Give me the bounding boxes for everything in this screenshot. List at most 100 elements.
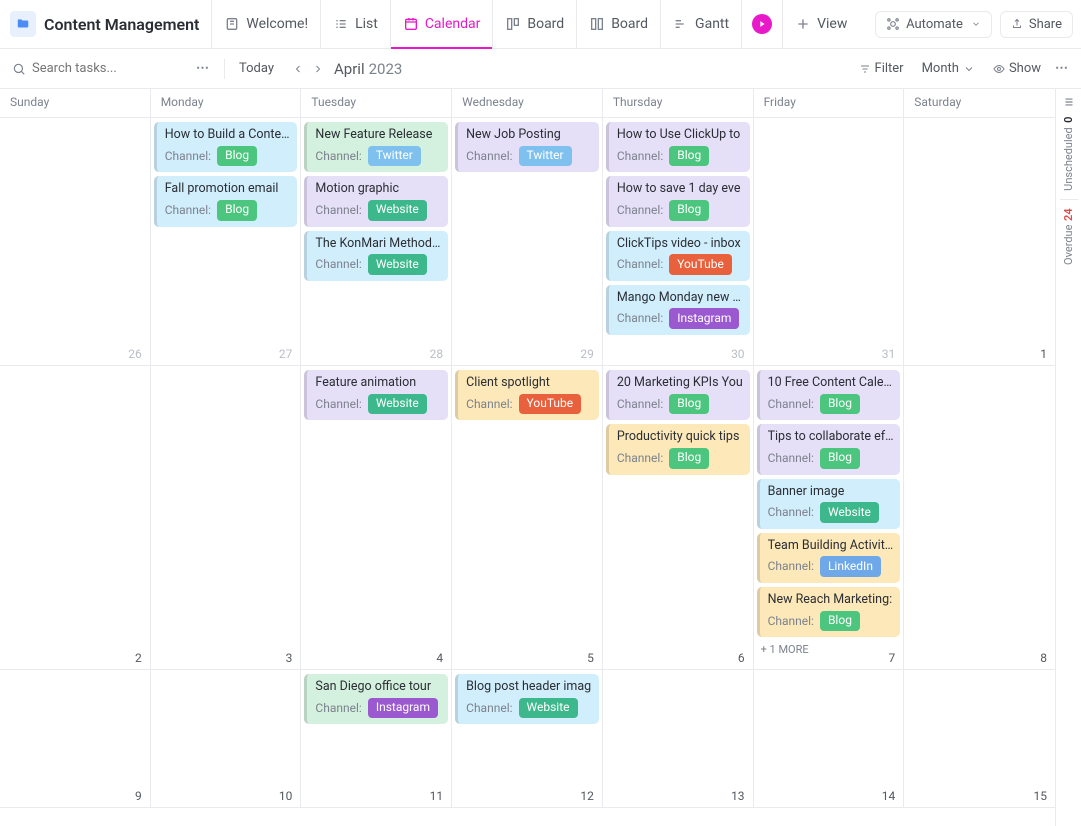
day-cell[interactable]: How to Use ClickUp toChannel:BlogHow to … [603,118,754,366]
tab-board-1[interactable]: Board [492,0,576,48]
channel-label: Channel: [165,148,211,165]
calendar-event[interactable]: Motion graphicChannel:Website [304,176,448,226]
tab-calendar[interactable]: Calendar [390,0,493,48]
channel-label: Channel: [315,700,361,717]
day-header: Saturday [904,89,1055,117]
day-cell[interactable]: 20 Marketing KPIs YouChannel:BlogProduct… [603,366,754,670]
day-cell[interactable]: Blog post header imagChannel:Website12 [452,670,603,808]
tab-welcome[interactable]: Welcome! [211,0,320,48]
channel-badge: YouTube [669,254,732,275]
rail-unscheduled[interactable]: Unscheduled 0 [1062,109,1075,199]
calendar-event[interactable]: How to save 1 day eveChannel:Blog [606,176,750,226]
next-month-button[interactable] [308,59,328,79]
calendar-event[interactable]: San Diego office tourChannel:Instagram [304,674,448,724]
day-cell[interactable]: 9 [0,670,151,808]
day-number: 14 [882,789,896,803]
scale-dropdown[interactable]: Month [922,61,975,76]
channel-label: Channel: [315,256,361,273]
day-number: 7 [889,651,896,665]
day-number: 27 [279,347,293,361]
page-title: Content Management [44,15,199,34]
calendar-toolbar: ⋯ Today April2023 Filter Month Show ⋯ [0,49,1081,89]
rail-overdue[interactable]: Overdue 24 [1062,200,1075,273]
day-cell[interactable]: Feature animationChannel:Website4 [301,366,452,670]
calendar-event[interactable]: The KonMari Method foChannel:Website [304,231,448,281]
tab-gantt[interactable]: Gantt [660,0,741,48]
automate-label: Automate [906,17,963,32]
event-title: How to Build a Content [165,126,292,144]
share-button[interactable]: Share [1000,11,1073,38]
day-cell[interactable]: 8 [904,366,1055,670]
day-number: 26 [128,347,142,361]
calendar-event[interactable]: Fall promotion emailChannel:Blog [154,176,298,226]
calendar-event[interactable]: Team Building ActivitieChannel:LinkedIn [757,533,901,583]
calendar-event[interactable]: Feature animationChannel:Website [304,370,448,420]
filter-button[interactable]: Filter [859,61,904,76]
channel-label: Channel: [768,396,814,413]
rail-toggle-icon[interactable] [1062,95,1076,109]
event-title: New Feature Release [315,126,442,144]
calendar-event[interactable]: How to Use ClickUp toChannel:Blog [606,122,750,172]
calendar-event[interactable]: New Feature ReleaseChannel:Twitter [304,122,448,172]
add-view-label: View [817,16,847,32]
channel-label: Channel: [617,310,663,327]
tab-label: List [355,16,378,32]
event-title: 20 Marketing KPIs You [617,374,744,392]
calendar-event[interactable]: 10 Free Content CalendChannel:Blog [757,370,901,420]
search-input[interactable] [32,61,182,76]
day-header: Wednesday [452,89,603,117]
day-cell[interactable]: 2 [0,366,151,670]
day-header: Monday [151,89,302,117]
calendar-event[interactable]: Mango Monday new enChannel:Instagram [606,285,750,335]
channel-badge: Blog [820,448,860,469]
day-cell[interactable]: New Job PostingChannel:Twitter29 [452,118,603,366]
calendar-event[interactable]: Banner imageChannel:Website [757,479,901,529]
day-cell[interactable]: 10 Free Content CalendChannel:BlogTips t… [754,366,905,670]
day-cell[interactable]: 1 [904,118,1055,366]
more-events-link[interactable]: + 1 MORE [757,641,901,658]
tab-board-2[interactable]: Board [576,0,660,48]
today-button[interactable]: Today [239,61,274,76]
day-number: 9 [135,789,142,803]
show-button[interactable]: Show [993,61,1041,76]
day-number: 31 [882,347,896,361]
calendar-event[interactable]: ClickTips video - inboxChannel:YouTube [606,231,750,281]
channel-label: Channel: [768,558,814,575]
day-cell[interactable]: 14 [754,670,905,808]
day-cell[interactable]: San Diego office tourChannel:Instagram11 [301,670,452,808]
day-cell[interactable]: 15 [904,670,1055,808]
channel-badge: Website [368,200,427,221]
day-cell[interactable]: 10 [151,670,302,808]
day-cell[interactable]: Client spotlightChannel:YouTube5 [452,366,603,670]
tab-label: Gantt [695,16,729,32]
channel-label: Channel: [617,256,663,273]
search-more-icon[interactable]: ⋯ [196,61,210,76]
calendar-event[interactable]: Blog post header imagChannel:Website [455,674,599,724]
record-button[interactable] [741,0,782,48]
day-cell[interactable]: How to Build a ContentChannel:BlogFall p… [151,118,302,366]
calendar-event[interactable]: 20 Marketing KPIs YouChannel:Blog [606,370,750,420]
tab-label: Welcome! [246,16,308,32]
toolbar-more-icon[interactable]: ⋯ [1055,61,1069,76]
calendar-event[interactable]: How to Build a ContentChannel:Blog [154,122,298,172]
calendar-event[interactable]: Productivity quick tipsChannel:Blog [606,424,750,474]
day-cell[interactable]: New Feature ReleaseChannel:TwitterMotion… [301,118,452,366]
day-cell[interactable]: 31 [754,118,905,366]
calendar-event[interactable]: Client spotlightChannel:YouTube [455,370,599,420]
channel-label: Channel: [768,450,814,467]
day-number: 15 [1033,789,1047,803]
day-header: Sunday [0,89,151,117]
calendar-event[interactable]: New Job PostingChannel:Twitter [455,122,599,172]
event-title: San Diego office tour [315,678,442,696]
calendar-event[interactable]: Tips to collaborate effeChannel:Blog [757,424,901,474]
channel-badge: Blog [669,448,709,469]
add-view-button[interactable]: View [782,0,859,48]
day-cell[interactable]: 13 [603,670,754,808]
automate-button[interactable]: Automate [875,11,992,38]
channel-label: Channel: [617,450,663,467]
day-cell[interactable]: 3 [151,366,302,670]
day-cell[interactable]: 26 [0,118,151,366]
prev-month-button[interactable] [288,59,308,79]
calendar-event[interactable]: New Reach Marketing:Channel:Blog [757,587,901,637]
tab-list[interactable]: List [320,0,390,48]
